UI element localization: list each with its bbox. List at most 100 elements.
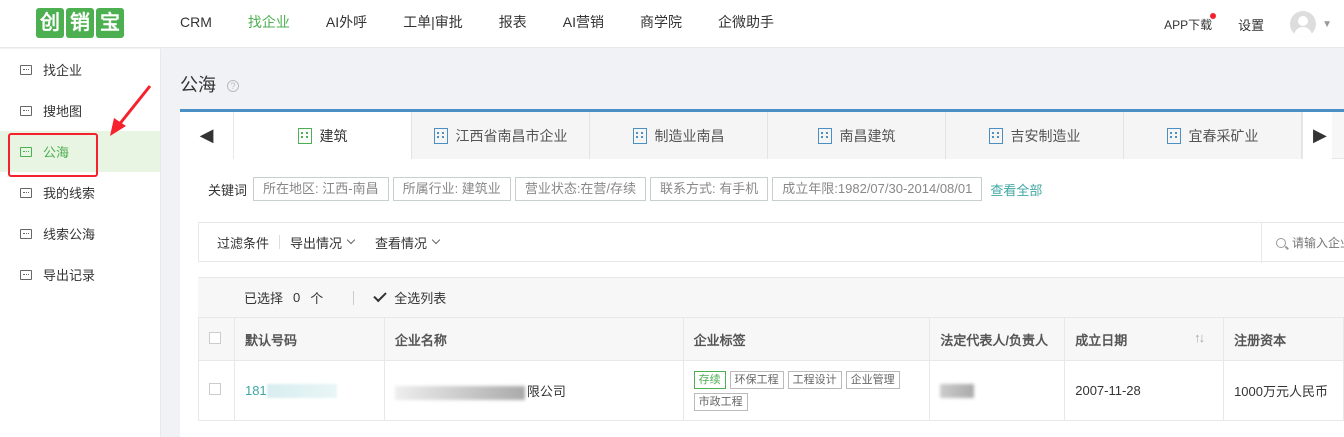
company-name-cell[interactable]: 限公司 — [383, 360, 684, 421]
export-label: 导出情况 — [290, 235, 343, 251]
phone-cell[interactable]: 181 — [233, 360, 385, 421]
registered-capital-cell: 1000万元人民币 — [1223, 360, 1344, 421]
divider — [279, 235, 281, 249]
company-name-suffix: 限公司 — [526, 384, 566, 399]
check-icon — [373, 288, 387, 303]
selected-count: 0 — [293, 290, 301, 305]
sort-icon[interactable]: ↑↓ — [1194, 330, 1205, 345]
building-icon — [988, 127, 1003, 144]
tab-manufacturing-nanchang[interactable]: 制造业南昌 — [590, 112, 768, 159]
nav-ticket-approval[interactable]: 工单|审批 — [403, 0, 463, 48]
filter-conditions-button[interactable]: 过滤条件 — [217, 233, 269, 252]
table-row[interactable]: 181 限公司 存续 环保工程 工程设计 企业管理 市政工程 2007-11-2… — [198, 360, 1344, 421]
view-status-dropdown[interactable]: 查看情况 — [375, 233, 441, 252]
company-search — [1261, 223, 1344, 263]
keyword-filters: 关键词 所在地区: 江西-南昌 所属行业: 建筑业 营业状态:在营/存续 联系方… — [208, 177, 1042, 201]
column-header: 法定代表人/负责人 — [929, 317, 1066, 361]
tab-label: 建筑 — [319, 127, 348, 144]
chat-icon — [20, 105, 32, 116]
row-checkbox[interactable] — [209, 383, 221, 395]
company-tag: 市政工程 — [693, 392, 748, 411]
redacted-blur — [394, 385, 525, 400]
selected-unit: 个 — [310, 291, 324, 306]
tab-nanchang-construction[interactable]: 南昌建筑 — [768, 112, 946, 159]
nav-ai-call[interactable]: AI外呼 — [326, 0, 367, 48]
select-all-button[interactable]: 全选列表 — [394, 288, 446, 307]
tab-label: 吉安制造业 — [1010, 127, 1081, 144]
filter-label: 过滤条件 — [217, 235, 270, 251]
row-checkbox-cell — [198, 360, 235, 421]
export-status-dropdown[interactable]: 导出情况 — [290, 233, 356, 252]
notification-dot — [1210, 12, 1217, 19]
brand-logo[interactable]: 创 销 宝 — [36, 8, 124, 40]
tab-yichun-mining[interactable]: 宜春采矿业 — [1124, 112, 1302, 159]
company-tags: 存续 环保工程 工程设计 企业管理 市政工程 — [693, 368, 930, 414]
divider — [353, 290, 355, 305]
building-icon — [297, 127, 312, 144]
keyword-label: 关键词 — [208, 182, 248, 198]
top-right-actions: APP下载 设置 ▼ — [1164, 0, 1344, 48]
column-header: 企业名称 — [383, 317, 684, 361]
tab-jiangxi-nanchang[interactable]: 江西省南昌市企业 — [412, 112, 590, 159]
chevron-down-icon[interactable]: ▼ — [1322, 19, 1332, 30]
avatar[interactable] — [1290, 11, 1317, 37]
keyword-tag-industry[interactable]: 所属行业: 建筑业 — [392, 177, 511, 201]
tab-jian-manufacturing[interactable]: 吉安制造业 — [946, 112, 1124, 159]
sidebar-item-label: 找企业 — [43, 63, 83, 78]
search-input[interactable] — [1292, 236, 1344, 250]
redacted-blur — [266, 384, 337, 399]
help-icon[interactable]: ? — [227, 80, 240, 93]
app-download-label: APP下载 — [1164, 17, 1213, 32]
settings-link[interactable]: 设置 — [1238, 15, 1264, 34]
column-header-established[interactable]: 成立日期 ↑↓ — [1064, 317, 1225, 361]
nav-crm[interactable]: CRM — [180, 0, 212, 48]
annotation-highlight-box — [8, 133, 98, 177]
tab-label: 宜春采矿业 — [1188, 127, 1259, 144]
column-header: 企业标签 — [682, 317, 931, 361]
tabs-prev-button[interactable]: ◀ — [180, 112, 234, 159]
results-panel: 关键词 所在地区: 江西-南昌 所属行业: 建筑业 营业状态:在营/存续 联系方… — [180, 159, 1344, 437]
chat-icon — [20, 228, 32, 239]
company-tag: 企业管理 — [845, 370, 900, 389]
keyword-tag-founded[interactable]: 成立年限:1982/07/30-2014/08/01 — [772, 177, 983, 201]
sidebar-item-my-leads[interactable]: 我的线索 — [0, 172, 160, 213]
annotation-arrow-icon — [110, 85, 152, 136]
keyword-tag-region[interactable]: 所在地区: 江西-南昌 — [253, 177, 389, 201]
logo-char: 销 — [66, 8, 94, 38]
sidebar-item-lead-pool[interactable]: 线索公海 — [0, 213, 160, 254]
search-icon — [1276, 238, 1286, 248]
keyword-tag-status[interactable]: 营业状态:在营/存续 — [514, 177, 647, 201]
view-all-link[interactable]: 查看全部 — [990, 180, 1042, 199]
phone-number[interactable]: 181 — [245, 383, 267, 398]
column-header: 注册资本 — [1223, 317, 1344, 361]
keyword-tag-contact[interactable]: 联系方式: 有手机 — [650, 177, 769, 201]
selected-label: 已选择 — [244, 291, 284, 306]
nav-ai-marketing[interactable]: AI营销 — [563, 0, 604, 48]
main-nav: CRM 找企业 AI外呼 工单|审批 报表 AI营销 商学院 企微助手 — [180, 0, 810, 48]
tab-label: 南昌建筑 — [839, 127, 896, 144]
selection-bar: 已选择 0 个 全选列表 — [198, 277, 1344, 317]
sidebar-item-label: 搜地图 — [43, 104, 83, 119]
view-label: 查看情况 — [375, 235, 428, 251]
tab-label: 制造业南昌 — [654, 127, 725, 144]
toolbar: 过滤条件 导出情况 查看情况 — [198, 222, 1344, 263]
tab-label: 江西省南昌市企业 — [455, 127, 568, 144]
app-download-link[interactable]: APP下载 — [1164, 12, 1217, 33]
select-all-checkbox[interactable] — [209, 331, 221, 344]
tab-construction[interactable]: 建筑 — [234, 112, 412, 159]
logo-char: 创 — [36, 8, 64, 38]
tabs-next-button[interactable]: ▶ — [1302, 112, 1332, 159]
chat-icon — [20, 187, 32, 198]
nav-find-company[interactable]: 找企业 — [248, 0, 290, 48]
nav-reports[interactable]: 报表 — [499, 0, 527, 48]
page-title-text: 公海 — [180, 75, 216, 95]
column-header: 默认号码 — [233, 317, 385, 361]
building-icon — [632, 127, 647, 144]
divider — [364, 235, 365, 249]
nav-wecom-assistant[interactable]: 企微助手 — [718, 0, 774, 48]
building-icon — [817, 127, 832, 144]
nav-business-school[interactable]: 商学院 — [640, 0, 682, 48]
established-date-cell: 2007-11-28 — [1064, 360, 1225, 421]
sidebar-item-label: 我的线索 — [43, 186, 96, 201]
sidebar-item-export-records[interactable]: 导出记录 — [0, 254, 160, 295]
